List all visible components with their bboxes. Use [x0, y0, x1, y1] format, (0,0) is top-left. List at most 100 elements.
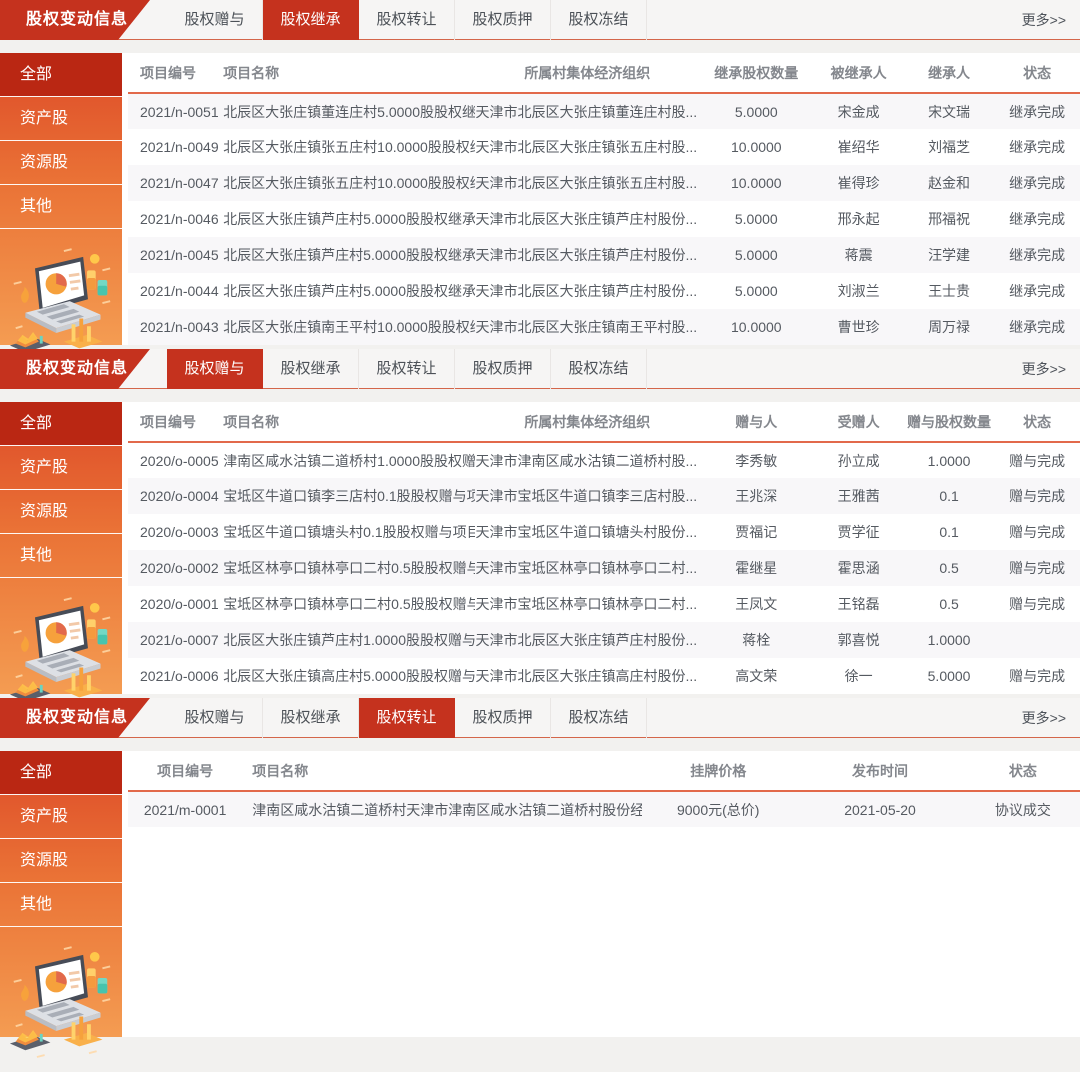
table-row[interactable]: 2020/o-0003宝坻区牛道口镇塘头村0.1股股权赠与项目天津市宝坻区牛道口… — [128, 514, 1080, 550]
tab[interactable]: 股权冻结 — [551, 0, 647, 40]
cell: 天津市北辰区大张庄镇张五庄村股... — [475, 129, 699, 165]
table-area: 项目编号项目名称挂牌价格发布时间状态2021/m-0001津南区咸水沽镇二道桥村… — [122, 751, 1080, 1037]
table-area: 项目编号项目名称所属村集体经济组织继承股权数量被继承人继承人状态2021/n-0… — [122, 53, 1080, 345]
cell: 孙立成 — [813, 442, 903, 478]
cell: 天津市津南区咸水沽镇二道桥村股... — [475, 442, 699, 478]
table-row[interactable]: 2020/o-0001宝坻区林亭口镇林亭口二村0.5股股权赠与...天津市宝坻区… — [128, 586, 1080, 622]
cell: 协议成交 — [966, 791, 1080, 827]
cell: 继承完成 — [994, 93, 1080, 129]
table-row[interactable]: 2021/o-0007北辰区大张庄镇芦庄村1.0000股股权赠与...天津市北辰… — [128, 622, 1080, 658]
sidebar-item[interactable]: 资产股 — [0, 446, 122, 490]
tab[interactable]: 股权冻结 — [551, 349, 647, 389]
sidebar-item[interactable]: 资源股 — [0, 839, 122, 883]
sidebar-item[interactable]: 资产股 — [0, 97, 122, 141]
column-header: 所属村集体经济组织 — [475, 402, 699, 442]
cell: 曹世珍 — [813, 309, 903, 345]
table-row[interactable]: 2021/n-0051北辰区大张庄镇董连庄村5.0000股股权继...天津市北辰… — [128, 93, 1080, 129]
tab[interactable]: 股权转让 — [359, 698, 455, 738]
cell: 2021/n-0044 — [128, 273, 223, 309]
column-header: 赠与股权数量 — [904, 402, 994, 442]
cell: 2021/n-0046 — [128, 201, 223, 237]
cell: 天津市宝坻区牛道口镇塘头村股份... — [475, 514, 699, 550]
table-row[interactable]: 2020/o-0004宝坻区牛道口镇李三店村0.1股股权赠与项目天津市宝坻区牛道… — [128, 478, 1080, 514]
cell: 宝坻区林亭口镇林亭口二村0.5股股权赠与... — [223, 586, 475, 622]
tab[interactable]: 股权继承 — [263, 698, 359, 738]
table-row[interactable]: 2020/o-0002宝坻区林亭口镇林亭口二村0.5股股权赠与...天津市宝坻区… — [128, 550, 1080, 586]
column-header: 被继承人 — [813, 53, 903, 93]
sidebar-item[interactable]: 资源股 — [0, 490, 122, 534]
cell: 继承完成 — [994, 309, 1080, 345]
cell: 北辰区大张庄镇高庄村5.0000股股权赠与... — [223, 658, 475, 694]
table-row[interactable]: 2021/n-0045北辰区大张庄镇芦庄村5.0000股股权继承...天津市北辰… — [128, 237, 1080, 273]
cell: 赠与完成 — [994, 514, 1080, 550]
table-row[interactable]: 2021/m-0001津南区咸水沽镇二道桥村天津市津南区咸水沽镇二道桥村股份经.… — [128, 791, 1080, 827]
cell: 5.0000 — [699, 93, 813, 129]
column-header: 项目编号 — [128, 402, 223, 442]
column-header: 项目名称 — [242, 751, 642, 791]
cell: 蒋震 — [813, 237, 903, 273]
tab[interactable]: 股权冻结 — [551, 698, 647, 738]
table-row[interactable]: 2021/n-0043北辰区大张庄镇南王平村10.0000股股权继...天津市北… — [128, 309, 1080, 345]
sidebar: 全部 资产股 资源股 其他 — [0, 751, 122, 1037]
cell: 1.0000 — [904, 442, 994, 478]
cell: 蒋栓 — [699, 622, 813, 658]
more-link[interactable]: 更多>> — [1022, 698, 1066, 738]
tab[interactable]: 股权质押 — [455, 698, 551, 738]
cell: 贾福记 — [699, 514, 813, 550]
cell: 王士贵 — [904, 273, 994, 309]
tab[interactable]: 股权转让 — [359, 0, 455, 40]
column-header: 继承股权数量 — [699, 53, 813, 93]
cell: 刘淑兰 — [813, 273, 903, 309]
cell: 5.0000 — [699, 273, 813, 309]
sidebar-item[interactable]: 资源股 — [0, 141, 122, 185]
cell: 2021/n-0045 — [128, 237, 223, 273]
cell: 2021/m-0001 — [128, 791, 242, 827]
cell: 2021/n-0047 — [128, 165, 223, 201]
cell: 2021-05-20 — [794, 791, 965, 827]
sidebar-item[interactable]: 资产股 — [0, 795, 122, 839]
section-equity-inheritance: 股权变动信息 股权赠与 股权继承 股权转让 股权质押 股权冻结 更多>> 全部 — [0, 0, 1080, 345]
cell: 津南区咸水沽镇二道桥村1.0000股股权赠... — [223, 442, 475, 478]
table-row[interactable]: 2021/n-0044北辰区大张庄镇芦庄村5.0000股股权继承...天津市北辰… — [128, 273, 1080, 309]
cell: 赠与完成 — [994, 586, 1080, 622]
tab[interactable]: 股权继承 — [263, 349, 359, 389]
sidebar-item[interactable]: 全部 — [0, 53, 122, 97]
more-link[interactable]: 更多>> — [1022, 349, 1066, 389]
section-banner: 股权变动信息 — [0, 698, 150, 738]
cell: 北辰区大张庄镇张五庄村10.0000股股权继... — [223, 129, 475, 165]
cell: 2021/n-0051 — [128, 93, 223, 129]
tab[interactable]: 股权赠与 — [167, 698, 263, 738]
sidebar: 全部 资产股 资源股 其他 — [0, 402, 122, 694]
table-row[interactable]: 2021/n-0049北辰区大张庄镇张五庄村10.0000股股权继...天津市北… — [128, 129, 1080, 165]
sidebar-item[interactable]: 全部 — [0, 402, 122, 446]
section-title: 股权变动信息 — [26, 11, 128, 28]
tab[interactable]: 股权继承 — [263, 0, 359, 40]
sidebar-item[interactable]: 其他 — [0, 185, 122, 229]
table-row[interactable]: 2021/n-0047北辰区大张庄镇张五庄村10.0000股股权继...天津市北… — [128, 165, 1080, 201]
tab-bar: 股权赠与 股权继承 股权转让 股权质押 股权冻结 — [167, 698, 647, 738]
cell: 高文荣 — [699, 658, 813, 694]
cell: 0.5 — [904, 550, 994, 586]
cell: 10.0000 — [699, 165, 813, 201]
section-header-bar: 股权变动信息 股权赠与 股权继承 股权转让 股权质押 股权冻结 更多>> — [0, 349, 1080, 389]
cell: 10.0000 — [699, 129, 813, 165]
table-row[interactable]: 2020/o-0005津南区咸水沽镇二道桥村1.0000股股权赠...天津市津南… — [128, 442, 1080, 478]
table-row[interactable]: 2021/n-0046北辰区大张庄镇芦庄村5.0000股股权继承...天津市北辰… — [128, 201, 1080, 237]
gift-table: 项目编号项目名称所属村集体经济组织赠与人受赠人赠与股权数量状态2020/o-00… — [128, 402, 1080, 694]
tab[interactable]: 股权赠与 — [167, 349, 263, 389]
cell: 宋文瑞 — [904, 93, 994, 129]
cell: 北辰区大张庄镇南王平村10.0000股股权继... — [223, 309, 475, 345]
column-header: 状态 — [994, 53, 1080, 93]
cell: 5.0000 — [904, 658, 994, 694]
tab[interactable]: 股权质押 — [455, 0, 551, 40]
sidebar-item[interactable]: 其他 — [0, 883, 122, 927]
sidebar: 全部 资产股 资源股 其他 — [0, 53, 122, 345]
cell: 津南区咸水沽镇二道桥村天津市津南区咸水沽镇二道桥村股份经... — [242, 791, 642, 827]
tab[interactable]: 股权转让 — [359, 349, 455, 389]
tab[interactable]: 股权质押 — [455, 349, 551, 389]
more-link[interactable]: 更多>> — [1022, 0, 1066, 40]
sidebar-item[interactable]: 全部 — [0, 751, 122, 795]
tab[interactable]: 股权赠与 — [167, 0, 263, 40]
sidebar-item[interactable]: 其他 — [0, 534, 122, 578]
table-row[interactable]: 2021/o-0006北辰区大张庄镇高庄村5.0000股股权赠与...天津市北辰… — [128, 658, 1080, 694]
